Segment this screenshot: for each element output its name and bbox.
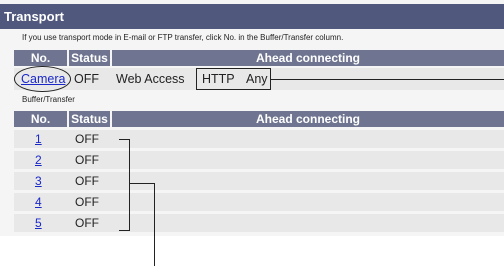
buffer-row-link[interactable]: 1 — [35, 130, 42, 148]
callout-leader-line — [271, 79, 504, 80]
bracket-tick — [130, 183, 154, 184]
camera-web-access: Web Access — [116, 72, 185, 86]
buffer-col-status-header: Status — [69, 111, 110, 127]
panel-title: Transport — [0, 4, 504, 29]
buffer-row: 2 OFF — [14, 151, 504, 169]
buffer-row-status: OFF — [75, 195, 99, 209]
buffer-row-status: OFF — [75, 132, 99, 146]
buffer-row-status: OFF — [75, 216, 99, 230]
buffer-col-ahead-header: Ahead connecting — [112, 111, 504, 127]
buffer-row-status: OFF — [75, 153, 99, 167]
protocol-callout-box — [196, 68, 271, 90]
buffer-transfer-label: Buffer/Transfer — [22, 95, 75, 104]
bracket-vertical — [129, 139, 130, 230]
col-no-header: No. — [14, 50, 67, 66]
buffer-row: 3 OFF — [14, 172, 504, 190]
bracket-bottom — [119, 230, 130, 231]
hint-text: If you use transport mode in E-mail or F… — [22, 33, 344, 42]
buffer-row-link[interactable]: 5 — [35, 214, 42, 232]
bracket-leader-line — [154, 183, 155, 266]
camera-status: OFF — [74, 72, 99, 86]
buffer-row: 1 OFF — [14, 130, 504, 148]
buffer-col-no-header: No. — [14, 111, 67, 127]
transport-panel: Transport If you use transport mode in E… — [0, 0, 504, 236]
buffer-row-status: OFF — [75, 174, 99, 188]
bracket-top — [119, 139, 129, 140]
buffer-row-link[interactable]: 2 — [35, 151, 42, 169]
buffer-row: 5 OFF — [14, 214, 504, 232]
camera-callout-oval — [14, 66, 71, 92]
col-ahead-header: Ahead connecting — [112, 50, 504, 66]
buffer-row-link[interactable]: 3 — [35, 172, 42, 190]
buffer-row: 4 OFF — [14, 193, 504, 211]
col-status-header: Status — [69, 50, 110, 66]
buffer-row-link[interactable]: 4 — [35, 193, 42, 211]
